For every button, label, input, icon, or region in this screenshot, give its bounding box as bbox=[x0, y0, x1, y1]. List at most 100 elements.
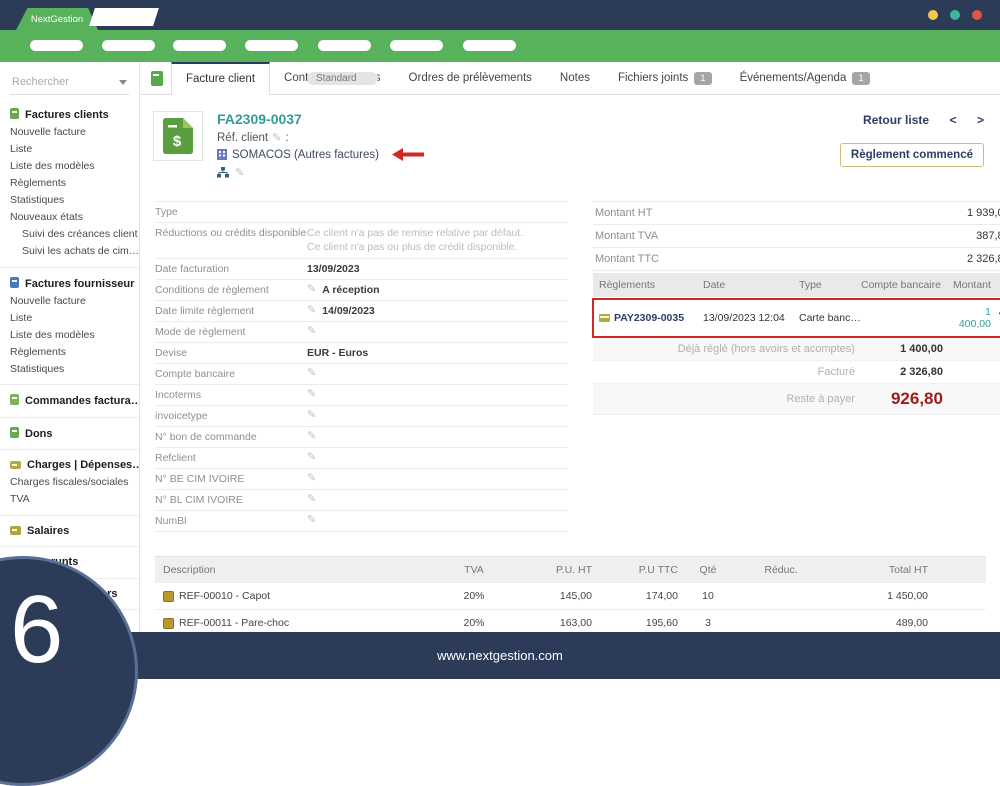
edit-pencil-icon[interactable] bbox=[307, 326, 316, 337]
tab[interactable]: Événements/Agenda 1 bbox=[726, 62, 884, 94]
edit-pencil-icon[interactable] bbox=[307, 452, 316, 463]
sidebar-item[interactable]: Liste bbox=[0, 141, 139, 158]
edit-pencil-icon[interactable] bbox=[307, 473, 316, 484]
edit-pencil-icon[interactable] bbox=[307, 305, 316, 316]
sidebar-item[interactable]: Commandes factura… bbox=[0, 384, 139, 410]
item-ref-link[interactable]: REF-00010 - Capot bbox=[179, 590, 270, 602]
sidebar-item-label: Statistiques bbox=[10, 194, 64, 206]
client-ref-label: Réf. client bbox=[217, 132, 268, 144]
amount-label: Montant TVA bbox=[595, 230, 658, 242]
edit-pencil-icon[interactable] bbox=[307, 368, 316, 379]
tab-label: Facture client bbox=[186, 73, 255, 85]
nav-pill[interactable] bbox=[173, 40, 226, 51]
payments-column-header: Montant bbox=[953, 279, 1000, 291]
tab-label: Événements/Agenda bbox=[740, 72, 847, 84]
sidebar-item[interactable]: Liste des modèles bbox=[0, 326, 139, 343]
sidebar-item[interactable]: Liste des modèles bbox=[0, 158, 139, 175]
sidebar-item[interactable]: Suivi des créances client bbox=[0, 226, 139, 243]
tab-count-badge: 1 bbox=[852, 72, 869, 85]
invoice-document-icon: $ bbox=[163, 118, 193, 154]
sidebar-item[interactable]: Statistiques bbox=[0, 360, 139, 377]
detail-value-cell bbox=[307, 431, 567, 443]
line-item-row: REF-00010 - Capot 20% 145,00 174,00 10 1… bbox=[155, 583, 986, 610]
tab[interactable]: Fichiers joints 1 bbox=[604, 62, 726, 94]
sidebar-item[interactable]: Règlements bbox=[0, 175, 139, 192]
nav-pill[interactable] bbox=[102, 40, 155, 51]
amount-row: Montant TTC 2 326,80 € bbox=[593, 248, 1000, 271]
search-input[interactable]: Rechercher bbox=[10, 72, 129, 95]
item-description-cell: REF-00010 - Capot bbox=[163, 590, 442, 602]
sidebar-item[interactable]: Liste bbox=[0, 309, 139, 326]
nav-pill[interactable] bbox=[390, 40, 443, 51]
sidebar-item[interactable]: Suivi les achats de cim… bbox=[0, 243, 139, 260]
amount-row: Montant TVA 387,80 € bbox=[593, 225, 1000, 248]
brand-slab-decoration bbox=[89, 8, 159, 26]
tab[interactable]: Notes bbox=[546, 62, 604, 94]
edit-pencil-icon[interactable] bbox=[307, 284, 316, 295]
brand-tab[interactable]: NextGestion bbox=[16, 8, 98, 30]
detail-label: Conditions de règlement bbox=[155, 284, 307, 296]
tab[interactable]: Facture client bbox=[171, 62, 270, 95]
sidebar-item[interactable]: Nouveaux états bbox=[0, 209, 139, 226]
item-qty: 10 bbox=[678, 590, 738, 602]
back-to-list-link[interactable]: Retour liste bbox=[863, 113, 929, 127]
prev-invoice-chevron[interactable]: < bbox=[950, 113, 957, 127]
client-name-link[interactable]: SOMACOS (Autres factures) bbox=[232, 149, 379, 161]
detail-value-cell: Standard bbox=[307, 206, 567, 218]
search-placeholder: Rechercher bbox=[12, 76, 69, 88]
next-invoice-chevron[interactable]: > bbox=[977, 113, 984, 127]
teal-dot-icon[interactable] bbox=[950, 10, 960, 20]
footer-bar: www.nextgestion.com bbox=[0, 632, 1000, 679]
footer-url[interactable]: www.nextgestion.com bbox=[437, 648, 563, 663]
line-items-column-header: Total HT bbox=[824, 564, 928, 576]
sidebar-item[interactable]: Nouvelle facture bbox=[0, 124, 139, 141]
edit-pencil-icon[interactable] bbox=[307, 389, 316, 400]
detail-row: N° BL CIM IVOIRE bbox=[155, 490, 567, 511]
sidebar-item[interactable]: Charges fiscales/sociales bbox=[0, 474, 139, 491]
payment-link[interactable]: PAY2309-0035 bbox=[614, 312, 684, 324]
edit-pencil-icon[interactable] bbox=[307, 515, 316, 526]
client-ref-colon: : bbox=[285, 132, 288, 144]
sidebar-item[interactable]: Charges | Dépenses… bbox=[0, 449, 139, 474]
nav-pill[interactable] bbox=[318, 40, 371, 51]
nav-pill[interactable] bbox=[30, 40, 83, 51]
detail-value: Ce client n'a pas de remise relative par… bbox=[307, 227, 523, 254]
nav-pill[interactable] bbox=[463, 40, 516, 51]
sidebar-item[interactable]: Salaires bbox=[0, 515, 139, 540]
edit-pencil-icon[interactable] bbox=[307, 431, 316, 442]
sidebar-item-label: Liste des modèles bbox=[10, 329, 95, 341]
tab-label: Notes bbox=[560, 72, 590, 84]
detail-value-cell: 14/09/2023 bbox=[307, 305, 567, 317]
item-ref-link[interactable]: REF-00011 - Pare-choc bbox=[179, 617, 289, 629]
window-dots bbox=[928, 10, 982, 20]
sidebar-item[interactable]: Factures clients bbox=[0, 99, 139, 124]
sidebar-item[interactable]: Statistiques bbox=[0, 192, 139, 209]
sidebar-item[interactable]: Nouvelle facture bbox=[0, 292, 139, 309]
nav-pill[interactable] bbox=[245, 40, 298, 51]
payment-row[interactable]: PAY2309-0035 13/09/2023 12:04 Carte banc… bbox=[593, 299, 1000, 337]
tab[interactable]: Ordres de prélèvements bbox=[395, 62, 546, 94]
detail-label: Refclient bbox=[155, 452, 307, 464]
sidebar-item-icon bbox=[10, 427, 19, 438]
detail-value-cell bbox=[307, 389, 567, 401]
detail-label: N° BL CIM IVOIRE bbox=[155, 494, 307, 506]
sidebar-item[interactable]: Factures fournisseur bbox=[0, 267, 139, 293]
yellow-dot-icon[interactable] bbox=[928, 10, 938, 20]
sidebar-item[interactable]: TVA bbox=[0, 491, 139, 508]
payments-column-header: Règlements bbox=[599, 279, 703, 291]
red-dot-icon[interactable] bbox=[972, 10, 982, 20]
edit-pencil-icon[interactable] bbox=[235, 166, 244, 179]
amount-label: Montant TTC bbox=[595, 253, 659, 265]
payment-type: Carte banc… bbox=[799, 312, 861, 324]
detail-value-cell bbox=[307, 410, 567, 422]
sidebar-item-label: TVA bbox=[10, 493, 30, 505]
edit-pencil-icon[interactable] bbox=[272, 131, 281, 144]
hierarchy-icon[interactable] bbox=[217, 167, 229, 178]
sidebar-item-label: Commandes factura… bbox=[25, 395, 139, 407]
sidebar-menu: Factures clients Nouvelle facture Liste … bbox=[0, 99, 139, 632]
sidebar-item[interactable]: Dons bbox=[0, 417, 139, 443]
edit-pencil-icon[interactable] bbox=[307, 410, 316, 421]
edit-pencil-icon[interactable] bbox=[307, 494, 316, 505]
detail-label: Incoterms bbox=[155, 389, 307, 401]
sidebar-item[interactable]: Règlements bbox=[0, 343, 139, 360]
